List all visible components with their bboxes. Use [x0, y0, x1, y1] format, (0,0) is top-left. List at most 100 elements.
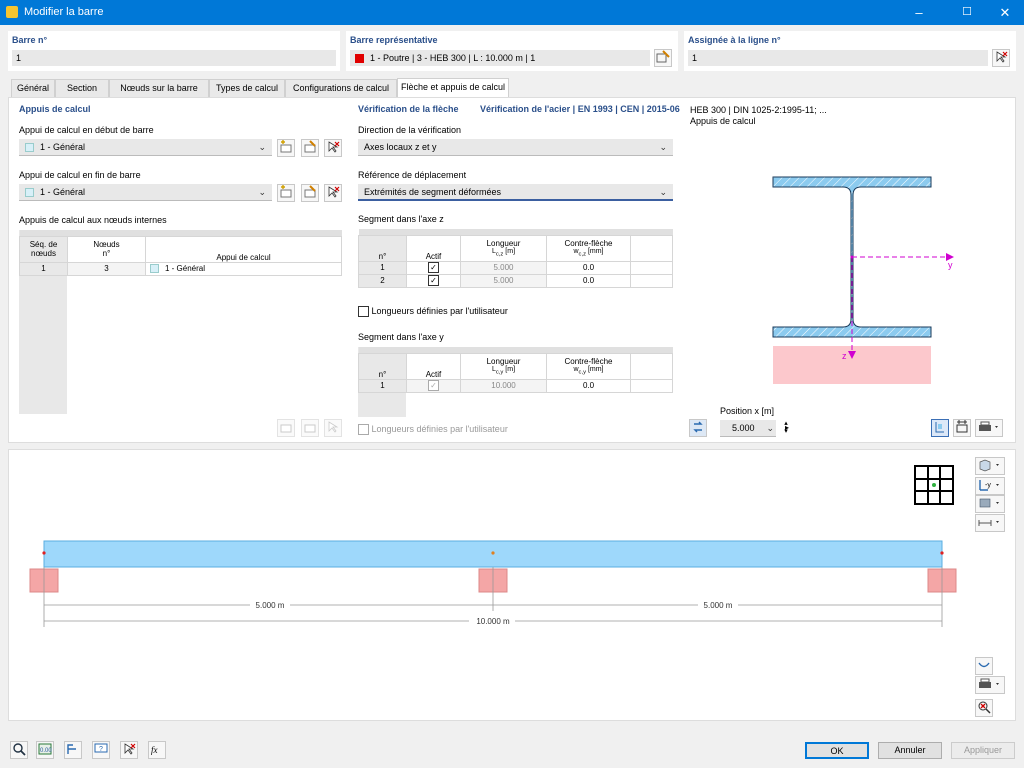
- svg-text:0.00: 0.00: [40, 748, 52, 754]
- edit-support-button[interactable]: [301, 184, 319, 202]
- table-row[interactable]: 1 ✓ 10.000 0.0: [358, 378, 673, 393]
- info-button[interactable]: [64, 741, 82, 759]
- user-lengths-y-label: Longueurs définies par l'utilisateur: [371, 424, 508, 434]
- tab-1[interactable]: Section: [55, 79, 109, 97]
- tab-0[interactable]: Général: [11, 79, 55, 97]
- direction-select[interactable]: Axes locaux z et y ⌄: [358, 139, 673, 156]
- view-cube-icon[interactable]: [914, 465, 954, 505]
- formula-button[interactable]: fx: [148, 741, 166, 759]
- new-internal-support-button[interactable]: [277, 419, 295, 437]
- cell-camber[interactable]: 0.0: [546, 273, 631, 288]
- dimensions-icon: [956, 420, 968, 433]
- reset-view-button[interactable]: [975, 699, 993, 717]
- col-camber: Contre-flèche wc,y [mm]: [546, 352, 631, 380]
- new-support-button[interactable]: [277, 184, 295, 202]
- apply-button[interactable]: Appliquer: [951, 742, 1015, 759]
- deflection-title: Vérification de la flèche: [358, 104, 459, 114]
- cell-camber[interactable]: 0.0: [546, 378, 631, 393]
- select-object-icon: [124, 743, 136, 755]
- active-checkbox[interactable]: ✓: [428, 275, 439, 286]
- diagram-print-button[interactable]: [975, 676, 1005, 694]
- active-checkbox[interactable]: ✓: [428, 262, 439, 273]
- col-nodes-no: n°: [102, 249, 111, 258]
- svg-text:-y: -y: [985, 482, 991, 489]
- cell-active[interactable]: ✓: [406, 260, 461, 275]
- segment-z-label: Segment dans l'axe z: [358, 214, 444, 224]
- chevron-down-icon: ⌄: [258, 187, 266, 197]
- active-checkbox: ✓: [428, 380, 439, 391]
- col-active: Actif: [406, 352, 461, 380]
- camber-subscript: c,z: [578, 251, 586, 258]
- pick-cursor-icon: [996, 51, 1008, 63]
- end-support-select[interactable]: 1 - Général ⌄: [19, 184, 272, 201]
- minimize-button[interactable]: –: [904, 0, 934, 25]
- design-supports-panel: Appuis de calcul Appui de calcul en débu…: [14, 101, 348, 439]
- support-color-swatch: [25, 143, 34, 153]
- tab-2[interactable]: Nœuds sur la barre: [109, 79, 209, 97]
- tab-5[interactable]: Flèche et appuis de calcul: [397, 78, 509, 98]
- user-lengths-z[interactable]: Longueurs définies par l'utilisateur: [358, 306, 508, 318]
- dimension-settings-icon: [978, 520, 999, 526]
- axis-direction-button[interactable]: -y: [975, 477, 1005, 495]
- sync-icon: [693, 421, 703, 433]
- table-row[interactable]: 1 3 1 - Général: [19, 261, 342, 276]
- user-lengths-y-checkbox: [358, 424, 369, 436]
- table-row[interactable]: 1 ✓ 5.000 0.0: [358, 260, 673, 275]
- pick-line-button[interactable]: [992, 49, 1010, 67]
- edit-item-icon: [304, 140, 316, 153]
- svg-text:fx: fx: [151, 745, 158, 755]
- cancel-button[interactable]: Annuler: [878, 742, 942, 759]
- edit-member-button[interactable]: [654, 49, 672, 67]
- col-camber-label: Contre-flèche: [564, 356, 613, 366]
- layers-icon: [979, 498, 999, 508]
- tab-4[interactable]: Configurations de calcul: [285, 79, 397, 97]
- representative-field[interactable]: 1 - Poutre | 3 - HEB 300 | L : 10.000 m …: [350, 50, 650, 66]
- pick-internal-support-button[interactable]: [324, 419, 342, 437]
- ok-button[interactable]: OK: [805, 742, 869, 759]
- deflection-subtitle: Vérification de l'acier | EN 1993 | CEN …: [480, 104, 680, 114]
- display-options-button[interactable]: [975, 495, 1005, 513]
- select-button[interactable]: [120, 741, 138, 759]
- dimension-options-button[interactable]: [975, 514, 1005, 532]
- dimensions-button[interactable]: [953, 419, 971, 437]
- cell-support[interactable]: 1 - Général: [145, 261, 342, 276]
- table-row[interactable]: 2 ✓ 5.000 0.0: [358, 273, 673, 288]
- position-select[interactable]: 5.000 ⌄: [720, 420, 776, 437]
- search-button[interactable]: [10, 741, 28, 759]
- pick-support-button[interactable]: [324, 139, 342, 157]
- title-bar: Modifier la barre – ☐ ✕: [0, 0, 1024, 25]
- start-node-point: [42, 551, 46, 555]
- tab-3[interactable]: Types de calcul: [209, 79, 285, 97]
- edit-internal-support-button[interactable]: [301, 419, 319, 437]
- reference-select[interactable]: Extrémités de segment déformées ⌄: [358, 184, 673, 201]
- cell-support-value: 1 - Général: [165, 263, 206, 273]
- user-lengths-z-checkbox[interactable]: [358, 306, 369, 318]
- new-support-button[interactable]: [277, 139, 295, 157]
- cell-active[interactable]: ✓: [406, 273, 461, 288]
- start-support-select[interactable]: 1 - Général ⌄: [19, 139, 272, 156]
- cell-no: 1: [358, 378, 407, 393]
- view-mode-button[interactable]: [975, 457, 1005, 475]
- print-button[interactable]: [975, 419, 1003, 437]
- deformation-button[interactable]: [975, 657, 993, 675]
- member-info-icon: [67, 744, 76, 754]
- edit-support-button[interactable]: [301, 139, 319, 157]
- assigned-field[interactable]: 1: [688, 50, 988, 66]
- cell-node[interactable]: 3: [67, 261, 146, 276]
- axis-y-icon: -y: [979, 480, 999, 491]
- length-unit: [m]: [503, 365, 516, 373]
- representative-color-swatch: [355, 54, 364, 63]
- help-button[interactable]: ?: [92, 741, 110, 759]
- member-no-field[interactable]: 1: [12, 50, 336, 66]
- sync-button[interactable]: [689, 419, 707, 437]
- play-icon[interactable]: ▸: [785, 423, 789, 432]
- units-button[interactable]: 0.00: [36, 741, 54, 759]
- position-label: Position x [m]: [720, 406, 775, 416]
- cell-camber[interactable]: 0.0: [546, 260, 631, 275]
- close-button[interactable]: ✕: [990, 0, 1020, 25]
- formula-icon: fx: [151, 745, 158, 755]
- section-view-button[interactable]: [931, 419, 949, 437]
- printer-icon: [979, 421, 998, 431]
- pick-support-button[interactable]: [324, 184, 342, 202]
- maximize-button[interactable]: ☐: [952, 0, 982, 25]
